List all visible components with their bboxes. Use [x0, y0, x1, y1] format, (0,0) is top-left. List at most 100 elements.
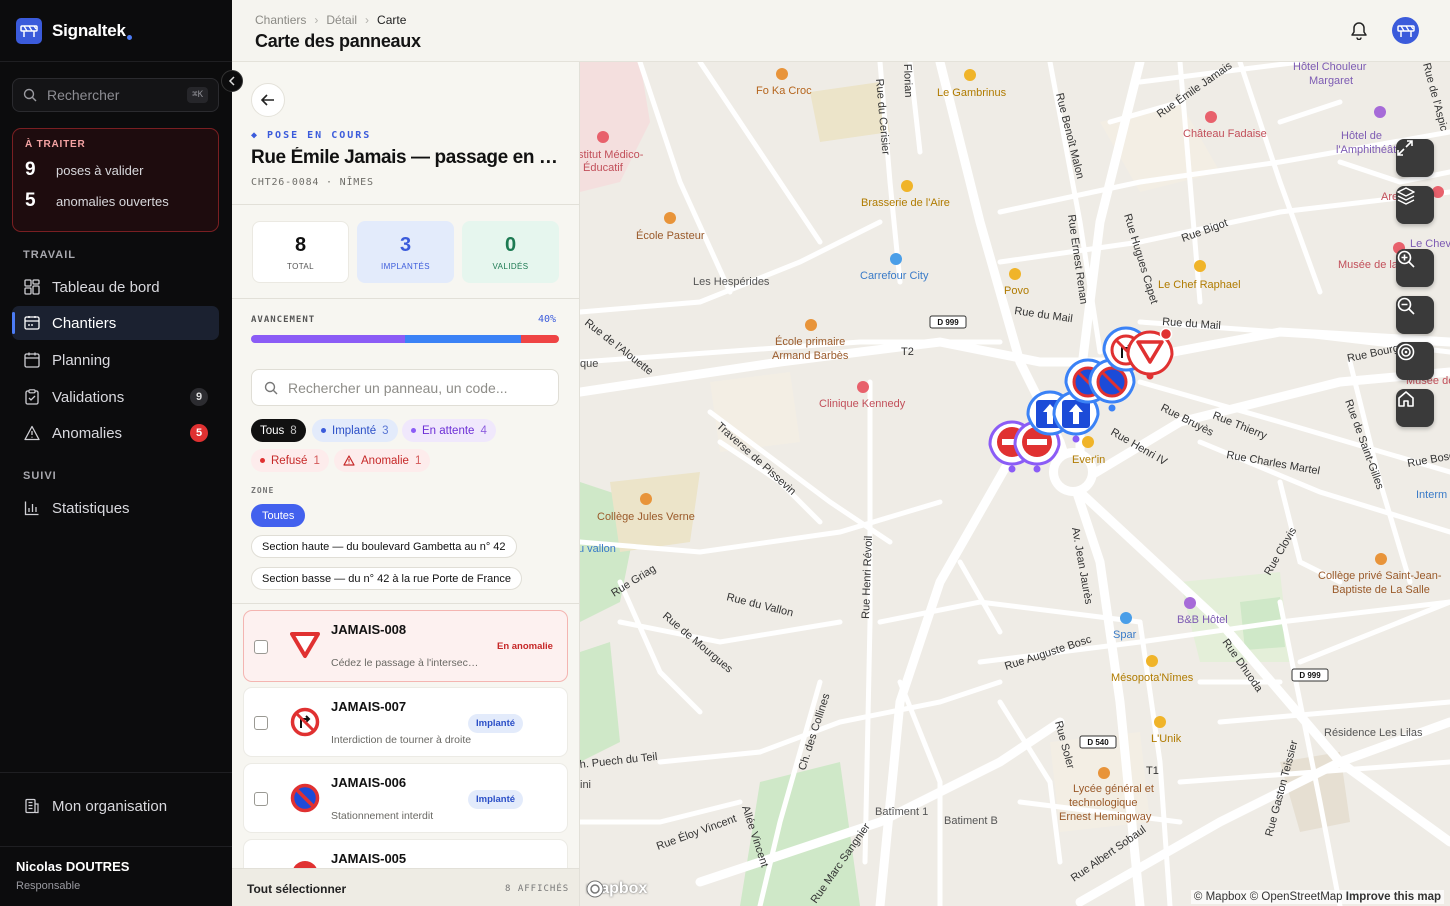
progress-label: AVANCEMENT: [251, 315, 316, 325]
breadcrumb-item[interactable]: Détail: [326, 13, 357, 27]
nav-label: Chantiers: [52, 314, 117, 332]
filter-chip-en-attente[interactable]: En attente 4: [402, 419, 496, 442]
avatar[interactable]: [1392, 17, 1419, 44]
nav-label: Planning: [52, 351, 111, 369]
zoom-out-icon: [1397, 297, 1415, 315]
filter-chip-tous[interactable]: Tous 8: [251, 419, 306, 442]
fullscreen-button[interactable]: [1396, 139, 1434, 177]
sign-search-input[interactable]: Rechercher un panneau, un code...: [251, 369, 559, 406]
filter-chip-refuse[interactable]: Refusé 1: [251, 449, 329, 472]
map-label: Spar: [1113, 629, 1137, 641]
yield-sign-icon: [288, 628, 322, 662]
filter-label: Tous: [260, 424, 285, 437]
map-label: Les Hespérides: [693, 276, 770, 288]
map-view[interactable]: D 999 D 999 D 540 Fo Ka Croc Le Gambrinu…: [580, 62, 1450, 906]
section-title-travail: TRAVAIL: [23, 249, 77, 261]
nav-item-chantiers[interactable]: Chantiers: [12, 306, 219, 340]
map-label: Clinique Kennedy: [819, 398, 906, 410]
filter-chip-anomalie[interactable]: Anomalie 1: [334, 449, 431, 472]
brand[interactable]: Signaltek: [16, 18, 132, 44]
stat-label: TOTAL: [286, 261, 315, 271]
zone-chip-section-haute[interactable]: Section haute — du boulevard Gambetta au…: [251, 535, 517, 558]
map-label: Lycée général et: [1073, 783, 1154, 795]
map-label: Batîment 1: [875, 806, 928, 818]
sign-code: JAMAIS-005: [331, 851, 407, 866]
attribution-mapbox-link[interactable]: © Mapbox: [1194, 891, 1247, 903]
bell-icon: [1351, 22, 1367, 41]
zoom-out-button[interactable]: [1396, 296, 1434, 334]
sign-description: Stationnement interdit: [331, 810, 434, 822]
nav-item-dashboard[interactable]: Tableau de bord: [12, 270, 219, 304]
row-checkbox[interactable]: [254, 640, 268, 654]
bar-chart-icon: [23, 499, 41, 517]
street-label: Rue Bigot: [1180, 217, 1230, 245]
street-label: Rue Émile Jamais: [1154, 62, 1234, 120]
zoom-in-button[interactable]: [1396, 249, 1434, 287]
app: Signaltek Rechercher ⌘K À TRAITER 9 pose…: [0, 0, 1450, 906]
zone-chip-section-basse[interactable]: Section basse — du n° 42 à la rue Porte …: [251, 567, 522, 590]
filter-chip-implante[interactable]: Implanté 3: [312, 419, 398, 442]
attribution-osm-link[interactable]: © OpenStreetMap: [1250, 891, 1343, 903]
nav-item-organisation[interactable]: Mon organisation: [12, 789, 219, 823]
collapse-sidebar-button[interactable]: [221, 70, 243, 92]
improve-map-link[interactable]: Improve this map: [1346, 891, 1441, 903]
map-canvas[interactable]: D 999 D 999 D 540 Fo Ka Croc Le Gambrinu…: [580, 62, 1450, 906]
nav-label: Anomalies: [52, 424, 123, 442]
locate-icon: [1397, 343, 1415, 361]
user-name: Nicolas DOUTRES: [16, 859, 130, 874]
stat-value: 8: [294, 233, 307, 256]
street-label: T1: [1146, 765, 1159, 777]
progress-segment: [520, 335, 559, 343]
notifications-button[interactable]: [1350, 20, 1368, 45]
nav-item-statistiques[interactable]: Statistiques: [12, 491, 219, 525]
map-label: Povo: [1004, 285, 1029, 297]
breadcrumb-item[interactable]: Chantiers: [255, 13, 306, 27]
back-button[interactable]: [251, 83, 285, 117]
nav-item-planning[interactable]: Planning: [12, 343, 219, 377]
nav-item-anomalies[interactable]: Anomalies 5: [12, 416, 219, 450]
home-button[interactable]: [1396, 389, 1434, 427]
select-all-button[interactable]: Tout sélectionner: [247, 882, 346, 896]
zone-label: ZONE: [251, 486, 275, 495]
locate-button[interactable]: [1396, 342, 1434, 380]
status-dot: [411, 428, 416, 433]
todo-card: À TRAITER 9 poses à valider 5 anomalies …: [12, 128, 219, 232]
map-label: Baptiste de La Salle: [1332, 584, 1430, 596]
map-label: Interm: [1416, 489, 1447, 501]
row-checkbox[interactable]: [254, 792, 268, 806]
nav-item-validations[interactable]: Validations 9: [12, 380, 219, 414]
map-label: Résidence Les Lilas: [1324, 727, 1423, 739]
status-dot: [260, 458, 265, 463]
row-checkbox[interactable]: [254, 716, 268, 730]
map-label: Ever'in: [1072, 454, 1105, 466]
route-shield-label: D 999: [1299, 671, 1321, 680]
search-placeholder: Rechercher: [47, 87, 120, 103]
sign-card[interactable]: JAMAIS-007 Interdiction de tourner à dro…: [243, 687, 568, 757]
user-profile[interactable]: Nicolas DOUTRES Responsable: [16, 859, 129, 892]
displayed-count: 8 AFFICHÉS: [505, 884, 570, 894]
chantier-code: CHT26-0084 · NÎMES: [251, 177, 374, 188]
todo-item[interactable]: 5 anomalies ouvertes: [25, 190, 206, 212]
map-label: Collège privé Saint-Jean-: [1318, 570, 1442, 582]
arrow-left-icon: [261, 94, 274, 106]
layers-button[interactable]: [1396, 186, 1434, 224]
progress-segment: [405, 335, 521, 343]
warning-icon: [343, 455, 355, 466]
nav-label: Validations: [52, 388, 125, 406]
signaltek-logo-icon: [16, 18, 42, 44]
sidebar-search[interactable]: Rechercher ⌘K: [12, 78, 219, 112]
street-label: Rue du Vallon: [725, 591, 794, 619]
todo-item[interactable]: 9 poses à valider: [25, 159, 206, 181]
sign-card[interactable]: JAMAIS-006 Stationnement interdit Implan…: [243, 763, 568, 833]
sign-card[interactable]: JAMAIS-008 Cédez le passage à l'intersec…: [243, 610, 568, 682]
map-label: B&B Hôtel: [1177, 614, 1228, 626]
nav-label: Statistiques: [52, 499, 130, 517]
map-label: Armand Barbès: [772, 350, 849, 362]
mapbox-logo[interactable]: mapbox: [586, 880, 647, 898]
street-label: Rue du Mail: [1162, 316, 1221, 332]
building-icon: [23, 797, 41, 815]
progress-percent: 40%: [538, 314, 557, 325]
stat-value: 0: [504, 233, 517, 256]
stat-label: IMPLANTÉS: [381, 261, 430, 271]
zone-chip-toutes[interactable]: Toutes: [251, 504, 306, 527]
